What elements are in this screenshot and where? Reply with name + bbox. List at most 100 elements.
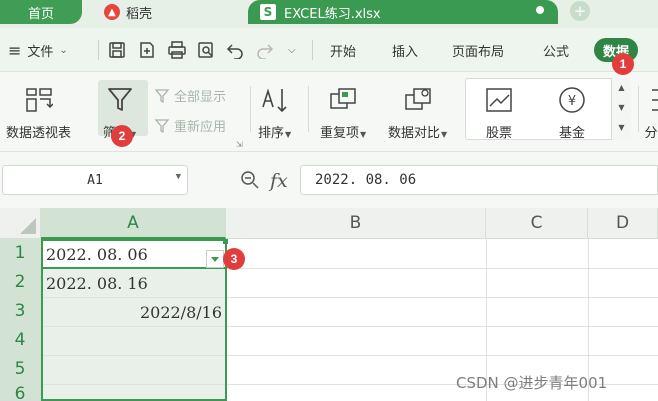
file-menu-label: 文件 (27, 44, 54, 60)
daoke-logo-icon: ▲ (104, 4, 120, 20)
data-compare-button[interactable]: 数据对比▼ (388, 84, 447, 141)
customize-toolbar-icon[interactable]: ⌵ (288, 28, 296, 72)
unsaved-dot-icon[interactable] (536, 6, 544, 14)
chevron-down-icon[interactable]: ▼ (176, 172, 181, 182)
tab-home[interactable]: 首页 (0, 0, 82, 24)
pivot-table-label: 数据透视表 (6, 126, 72, 141)
row-header-3[interactable]: 3 (0, 297, 41, 326)
tab-home-label: 首页 (27, 6, 54, 22)
tab-home-menu-label: 开始 (330, 44, 357, 60)
export-icon[interactable] (138, 28, 156, 72)
sort-button[interactable]: 排序▼ (258, 84, 291, 141)
ribbon: 数据透视表 筛选▼ 全部显示 重新应用 ⇲ 排序▼ 重复项▼ 数据对比▼ (0, 72, 658, 152)
duplicates-label: 重复项 (320, 126, 360, 141)
pivot-table-button[interactable]: 数据透视表 (6, 84, 71, 141)
tab-page-layout-label: 页面布局 (452, 44, 505, 60)
formula-bar: A1 ▼ fx 2022. 08. 06 (0, 152, 658, 208)
divider (250, 86, 251, 132)
row-header-2[interactable]: 2 (0, 268, 41, 297)
name-box[interactable]: A1 ▼ (2, 165, 188, 195)
undo-icon[interactable] (226, 28, 244, 72)
column-header-a[interactable]: A (41, 208, 226, 239)
duplicates-button[interactable]: 重复项▼ (320, 84, 366, 141)
row-header-5[interactable]: 5 (0, 355, 41, 384)
tab-formula[interactable]: 公式 (543, 28, 569, 72)
duplicates-icon (328, 84, 358, 116)
stock-label: 股票 (485, 126, 512, 141)
split-button[interactable]: 分 (644, 84, 658, 141)
column-header-c[interactable]: C (486, 208, 588, 239)
divider (312, 40, 313, 60)
show-all-label: 全部显示 (174, 90, 227, 105)
tab-home-menu[interactable]: 开始 (330, 28, 356, 72)
spreadsheet-icon: S (260, 4, 276, 20)
column-header-d[interactable]: D (588, 208, 658, 239)
svg-text:¥: ¥ (568, 94, 576, 109)
fx-icon[interactable]: fx (270, 170, 288, 192)
select-all-corner[interactable] (0, 208, 41, 239)
file-menu[interactable]: ≡ 文件 ⌄ (8, 28, 68, 72)
split-label: 分 (644, 126, 658, 141)
expand-gallery-icon[interactable]: ▼ (612, 118, 631, 138)
column-header-b[interactable]: B (226, 208, 486, 239)
sort-label: 排序 (258, 126, 285, 141)
formula-input[interactable]: 2022. 08. 06 (300, 165, 658, 195)
filter-dropdown-icon[interactable] (206, 250, 224, 268)
filter-icon (106, 84, 134, 116)
divider (638, 86, 639, 132)
print-preview-icon[interactable] (197, 28, 215, 72)
tab-insert[interactable]: 插入 (392, 28, 418, 72)
fund-label: 基金 (558, 126, 585, 141)
name-box-value: A1 (87, 172, 103, 188)
fund-button[interactable]: ¥ 基金 (558, 84, 586, 141)
cell-a1[interactable]: 2022. 08. 06 (46, 240, 148, 268)
plus-icon: + (573, 2, 587, 20)
tab-page-layout[interactable]: 页面布局 (452, 28, 504, 72)
new-tab-button[interactable]: + (570, 1, 590, 21)
zoom-icon[interactable] (240, 170, 260, 194)
reapply-icon (154, 118, 170, 133)
row-header-1[interactable]: 1 (0, 239, 41, 268)
step-badge-3: 3 (223, 248, 245, 270)
data-compare-label: 数据对比 (388, 126, 441, 141)
reapply-label: 重新应用 (174, 120, 227, 135)
redo-icon[interactable] (256, 28, 274, 72)
chevron-down-icon: ⌄ (59, 44, 68, 56)
formula-input-value: 2022. 08. 06 (315, 172, 417, 188)
save-icon[interactable] (108, 28, 126, 72)
yen-coin-icon: ¥ (558, 84, 586, 116)
step-badge-2: 2 (111, 125, 133, 147)
stock-chart-icon (485, 84, 513, 116)
scroll-down-icon[interactable]: ▼ (612, 98, 631, 118)
cell-a2[interactable]: 2022. 08. 16 (46, 269, 148, 297)
tab-insert-label: 插入 (392, 44, 419, 60)
dialog-launcher-icon[interactable]: ⇲ (236, 140, 243, 149)
watermark: CSDN @进步青年001 (456, 374, 608, 392)
tab-daoke-label: 稻壳 (126, 6, 153, 22)
cell-a3[interactable]: 2022/8/16 (46, 298, 222, 326)
gallery-scrollbar[interactable]: ▲ ▼ ▼ (611, 78, 631, 140)
step-badge-1: 1 (612, 53, 634, 75)
tab-formula-label: 公式 (543, 44, 570, 60)
title-bar: 首页 ▲ 稻壳 S EXCEL练习.xlsx + (0, 0, 658, 28)
caret-down-icon: ▼ (285, 130, 292, 139)
stock-button[interactable]: 股票 (485, 84, 513, 141)
divider (308, 86, 309, 132)
show-all-button[interactable]: 全部显示 (154, 86, 226, 105)
fill-handle[interactable] (223, 239, 228, 244)
sort-icon (259, 84, 291, 116)
split-icon (644, 84, 658, 116)
hamburger-icon: ≡ (8, 40, 22, 60)
show-all-icon (154, 88, 170, 103)
data-compare-icon (403, 84, 433, 116)
row-header-4[interactable]: 4 (0, 326, 41, 355)
caret-down-icon: ▼ (441, 130, 448, 139)
pivot-table-icon (25, 84, 53, 116)
reapply-button[interactable]: 重新应用 (154, 116, 226, 135)
tab-file-label: EXCEL练习.xlsx (284, 6, 381, 22)
print-icon[interactable] (167, 28, 187, 72)
scroll-up-icon[interactable]: ▲ (612, 78, 631, 98)
tab-file[interactable]: S EXCEL练习.xlsx (248, 0, 558, 24)
row-header-6[interactable]: 6 (0, 384, 41, 401)
tab-daoke[interactable]: ▲ 稻壳 (96, 0, 216, 24)
